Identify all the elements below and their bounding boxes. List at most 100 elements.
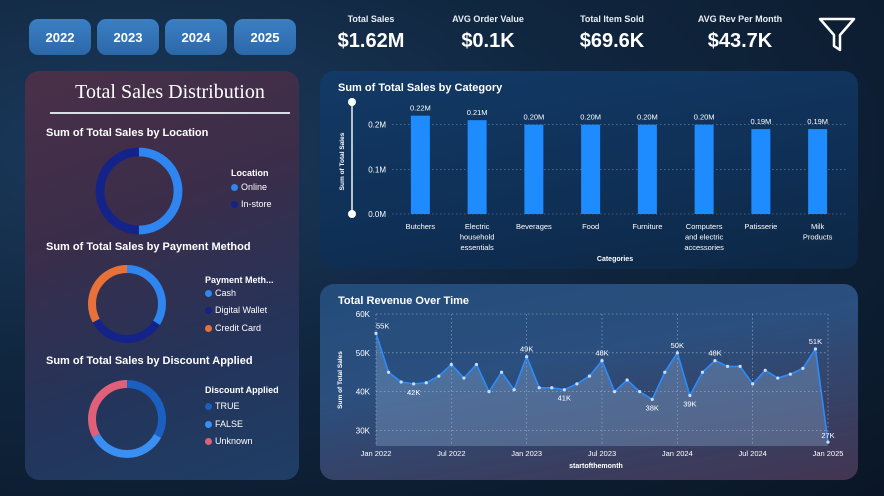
y-tick-label: 0.2M [368, 121, 386, 130]
data-point[interactable] [638, 390, 642, 394]
bar[interactable] [524, 124, 544, 214]
data-point[interactable] [801, 366, 805, 370]
data-point[interactable] [826, 440, 830, 444]
x-tick-label: Milk Products [803, 222, 833, 242]
x-tick-label: Jan 2023 [511, 449, 542, 458]
legend-item-credit-card[interactable]: Credit Card [205, 323, 261, 333]
data-point[interactable] [399, 380, 403, 384]
data-point[interactable] [600, 358, 604, 363]
location-legend-title: Location [231, 168, 269, 178]
data-point[interactable] [713, 358, 717, 363]
data-point[interactable] [449, 362, 453, 367]
year-button-2022[interactable]: 2022 [29, 19, 91, 55]
data-point[interactable] [512, 388, 516, 392]
y-tick-label: 50K [356, 349, 371, 358]
bar[interactable] [751, 129, 771, 214]
x-tick-label: Furniture [632, 222, 662, 231]
payment-chart-title: Sum of Total Sales by Payment Method [46, 241, 251, 253]
data-point[interactable] [813, 347, 818, 351]
legend-item-unknown[interactable]: Unknown [205, 436, 253, 446]
legend-label: Online [241, 182, 268, 192]
legend-dot [205, 306, 212, 314]
location-chart-title: Sum of Total Sales by Location [46, 127, 209, 139]
legend-dot [205, 437, 212, 445]
legend-label: In-store [241, 199, 272, 209]
bar[interactable] [581, 124, 601, 214]
data-point[interactable] [725, 364, 730, 369]
data-point[interactable] [650, 397, 654, 402]
data-point[interactable] [788, 372, 792, 376]
legend-item-true[interactable]: TRUE [205, 401, 240, 411]
data-point[interactable] [675, 351, 679, 355]
data-point[interactable] [575, 382, 579, 386]
data-point[interactable] [462, 376, 466, 380]
data-point[interactable] [738, 364, 742, 369]
data-point[interactable] [525, 355, 529, 359]
payment-legend-title: Payment Meth... [205, 275, 274, 285]
data-point[interactable] [550, 386, 554, 390]
point-data-label: 38K [646, 403, 659, 412]
x-tick-label: Beverages [516, 222, 552, 231]
year-button-2025[interactable]: 2025 [234, 19, 296, 55]
data-point[interactable] [424, 381, 428, 385]
x-tick-label: Jul 2023 [588, 449, 616, 458]
x-axis-label: startofthemonth [569, 463, 623, 470]
data-point[interactable] [587, 374, 592, 378]
payment-donut[interactable] [87, 264, 167, 344]
location-donut[interactable] [95, 147, 183, 235]
bar[interactable] [694, 124, 714, 214]
kpi-total-sales: Total Sales $1.62M [334, 14, 408, 53]
data-point[interactable] [437, 374, 441, 378]
legend-item-cash[interactable]: Cash [205, 288, 236, 298]
filter-funnel-icon[interactable] [816, 14, 858, 56]
range-slider-handle-top[interactable] [348, 98, 356, 106]
data-point[interactable] [700, 370, 705, 374]
data-point[interactable] [751, 382, 755, 386]
point-data-label: 41K [558, 394, 571, 403]
x-tick-label: Electric household essentials [460, 222, 495, 252]
year-button-2024[interactable]: 2024 [165, 19, 227, 55]
data-point[interactable] [499, 370, 504, 374]
legend-label: Digital Wallet [215, 305, 268, 315]
kpi-avg-order-value: AVG Order Value $0.1K [446, 14, 530, 53]
data-point[interactable] [386, 370, 391, 374]
data-point[interactable] [688, 393, 692, 398]
bar[interactable] [808, 129, 828, 214]
y-axis-label: Sum of Total Sales [337, 351, 344, 409]
point-data-label: 48K [708, 349, 721, 358]
legend-item-false[interactable]: FALSE [205, 419, 243, 429]
x-tick-label: Jan 2025 [813, 449, 844, 458]
data-point[interactable] [487, 390, 491, 394]
kpi-label: AVG Order Value [452, 14, 524, 24]
discount-donut[interactable] [87, 379, 167, 459]
data-point[interactable] [412, 382, 416, 386]
kpi-value: $69.6K [579, 30, 645, 52]
y-tick-label: 40K [356, 388, 371, 397]
revenue-over-time-panel: Total Revenue Over Time Sum of Total Sal… [320, 284, 858, 480]
bar[interactable] [637, 124, 657, 214]
point-data-label: 39K [683, 400, 696, 409]
bar[interactable] [467, 120, 487, 214]
data-point[interactable] [776, 376, 780, 380]
y-tick-label: 30K [356, 426, 371, 435]
legend-dot [205, 324, 212, 332]
category-sales-panel: Sum of Total Sales by Category Sum of To… [320, 71, 858, 269]
legend-dot [231, 200, 238, 208]
year-button-2023[interactable]: 2023 [97, 19, 159, 55]
data-point[interactable] [663, 370, 667, 374]
data-point[interactable] [612, 390, 617, 394]
x-axis-label: Categories [597, 256, 633, 263]
legend-item-online[interactable]: Online [231, 182, 267, 192]
data-point[interactable] [763, 368, 767, 372]
data-point[interactable] [562, 388, 566, 392]
bar[interactable] [410, 115, 430, 214]
data-point[interactable] [374, 331, 378, 336]
data-point[interactable] [537, 386, 541, 390]
y-tick-label: 0.0M [368, 210, 386, 219]
discount-chart-title: Sum of Total Sales by Discount Applied [46, 355, 253, 367]
legend-item-digital-wallet[interactable]: Digital Wallet [205, 305, 267, 315]
legend-item-in-store[interactable]: In-store [231, 199, 272, 209]
data-point[interactable] [474, 362, 479, 367]
data-point[interactable] [625, 378, 629, 382]
range-slider-handle-bottom[interactable] [348, 210, 356, 218]
